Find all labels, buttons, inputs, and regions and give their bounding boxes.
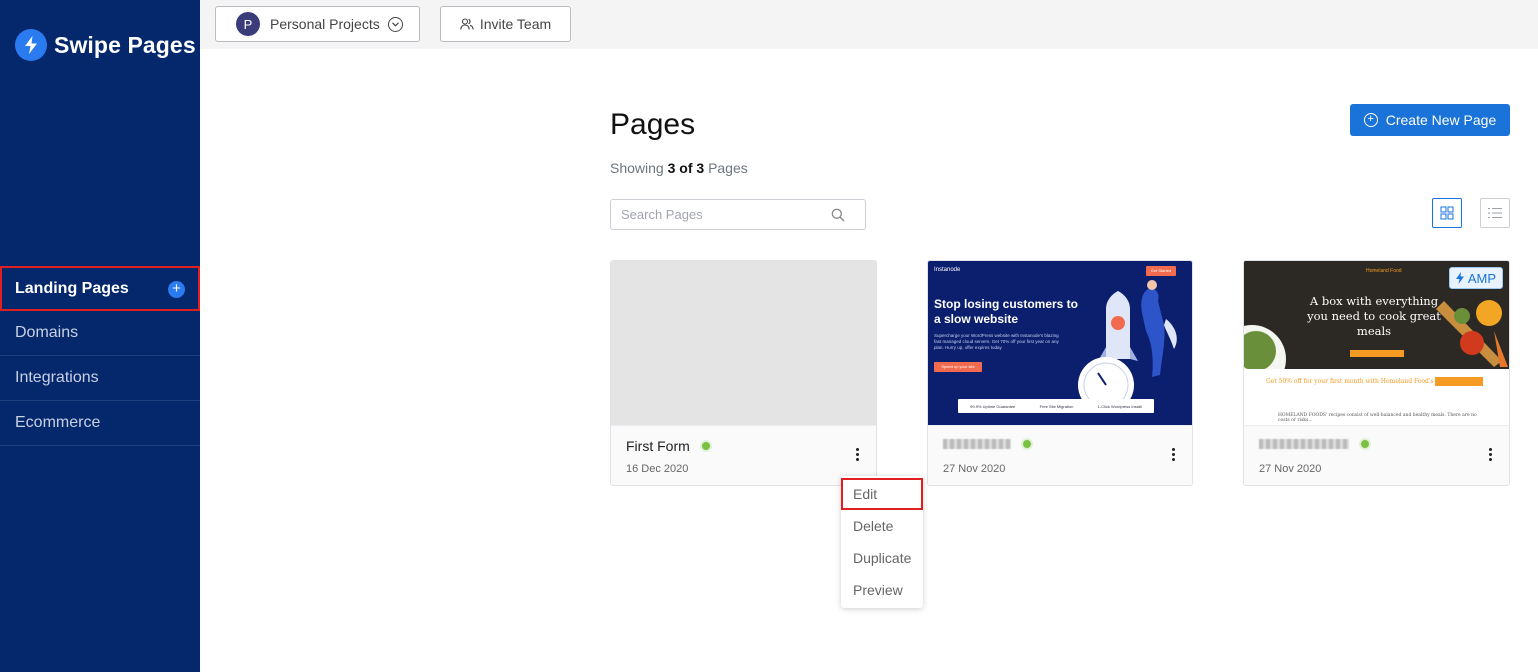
invite-team-button[interactable]: Invite Team	[440, 6, 571, 42]
sidebar-item-label: Integrations	[15, 369, 99, 386]
page-context-menu: Edit Delete Duplicate Preview	[841, 476, 923, 608]
sidebar-item-ecommerce[interactable]: Ecommerce	[0, 401, 200, 446]
menu-item-duplicate[interactable]: Duplicate	[841, 542, 923, 574]
page-thumbnail[interactable]: Instanode Get Started Stop losing custom…	[928, 261, 1192, 427]
search-box	[610, 199, 866, 230]
page-name-row	[1259, 438, 1371, 450]
sidebar: Swipe Pages Landing Pages + Domains Inte…	[0, 0, 200, 672]
thumb-feature: Free Site Migration	[1039, 403, 1074, 409]
plus-circle-icon: +	[1363, 113, 1378, 127]
create-new-page-button[interactable]: + Create New Page	[1350, 104, 1510, 136]
thumb-features-bar: 99.9% Uptime Guarantee Free Site Migrati…	[958, 399, 1154, 413]
page-name-row	[943, 438, 1033, 450]
page-date: 27 Nov 2020	[943, 463, 1006, 475]
invite-team-label: Invite Team	[479, 16, 552, 32]
plus-circle-icon[interactable]: +	[168, 281, 185, 298]
page-card-info: 27 Nov 2020	[928, 425, 1192, 485]
thumb-brand: Instanode	[934, 267, 961, 273]
thumb-text: HOMELAND FOODS' recipes consist of well-…	[1278, 413, 1477, 423]
thumb-headline: Stop losing customers to a slow website	[934, 297, 1079, 326]
people-icon	[460, 18, 474, 30]
thumb-cta-top: Get Started	[1146, 266, 1176, 276]
menu-item-edit[interactable]: Edit	[841, 478, 923, 510]
grid-view-icon[interactable]	[1432, 198, 1462, 228]
showing-count: 3 of 3	[667, 160, 705, 176]
thumb-feature: 99.9% Uptime Guarantee	[970, 403, 1016, 409]
sidebar-item-landing-pages[interactable]: Landing Pages +	[0, 266, 200, 311]
thumb-headline: A box with everything you need to cook g…	[1307, 294, 1441, 338]
sidebar-item-domains[interactable]: Domains	[0, 311, 200, 356]
avatar: P	[236, 12, 260, 36]
showing-prefix: Showing	[610, 160, 664, 176]
sidebar-item-label: Domains	[15, 324, 79, 341]
menu-item-preview[interactable]: Preview	[841, 574, 923, 606]
sidebar-item-label: Landing Pages	[15, 279, 129, 297]
page-date: 16 Dec 2020	[626, 463, 689, 475]
page-name-row: First Form	[626, 438, 712, 454]
thumb-offer-button	[1435, 377, 1483, 386]
thumb-cta	[1350, 350, 1404, 357]
thumb-body: Supercharge your WordPress website with …	[934, 333, 1059, 350]
status-dot	[1021, 438, 1033, 450]
results-count: Showing 3 of 3 Pages	[610, 160, 748, 176]
create-new-page-label: Create New Page	[1385, 112, 1497, 128]
search-input[interactable]	[621, 207, 831, 222]
more-vertical-icon[interactable]	[1489, 448, 1493, 463]
amp-badge: AMP	[1448, 267, 1503, 289]
page-name-blurred	[943, 439, 1011, 449]
page-date: 27 Nov 2020	[1259, 463, 1322, 475]
sidebar-item-label: Ecommerce	[15, 414, 101, 431]
thumb-brand: Homeland Food	[1366, 268, 1402, 274]
page-thumbnail[interactable]: Homeland Food A box with everything you …	[1244, 261, 1509, 427]
thumb-button: Speed up your site	[934, 362, 982, 372]
page-card-info: First Form 16 Dec 2020	[611, 425, 876, 485]
thumb-feature: 1-Click Wordpress Install	[1097, 403, 1142, 409]
showing-suffix: Pages	[708, 160, 748, 176]
status-dot	[1359, 438, 1371, 450]
page-name-blurred	[1259, 439, 1349, 449]
page-card[interactable]: First Form 16 Dec 2020	[610, 260, 877, 486]
page-name: First Form	[626, 438, 690, 454]
sidebar-nav: Landing Pages + Domains Integrations Eco…	[0, 266, 200, 446]
page-card[interactable]: Homeland Food A box with everything you …	[1243, 260, 1510, 486]
project-label: Personal Projects	[270, 16, 380, 32]
brand-name: Swipe Pages	[54, 31, 196, 58]
thumb-offer: Get 50% off for your first month with Ho…	[1266, 378, 1434, 385]
page-thumbnail[interactable]	[611, 261, 876, 427]
page-card[interactable]: Instanode Get Started Stop losing custom…	[927, 260, 1193, 486]
more-vertical-icon[interactable]	[1172, 448, 1176, 463]
lightning-icon	[1455, 272, 1464, 284]
menu-item-delete[interactable]: Delete	[841, 510, 923, 542]
project-switcher-button[interactable]: P Personal Projects	[215, 6, 420, 42]
status-dot	[699, 440, 712, 452]
rocket-speedometer-illustration	[1078, 280, 1177, 401]
page-card-info: 27 Nov 2020	[1244, 425, 1509, 485]
more-vertical-icon[interactable]	[856, 448, 860, 463]
search-icon[interactable]	[831, 208, 845, 222]
sidebar-item-integrations[interactable]: Integrations	[0, 356, 200, 401]
amp-label: AMP	[1467, 270, 1496, 286]
chevron-down-circle-icon	[387, 16, 403, 32]
brand[interactable]: Swipe Pages	[15, 29, 196, 61]
topbar: P Personal Projects Invite Team	[200, 0, 1538, 49]
list-view-icon[interactable]	[1480, 198, 1510, 228]
page-title: Pages	[610, 108, 696, 141]
lightning-logo-icon	[15, 29, 47, 61]
